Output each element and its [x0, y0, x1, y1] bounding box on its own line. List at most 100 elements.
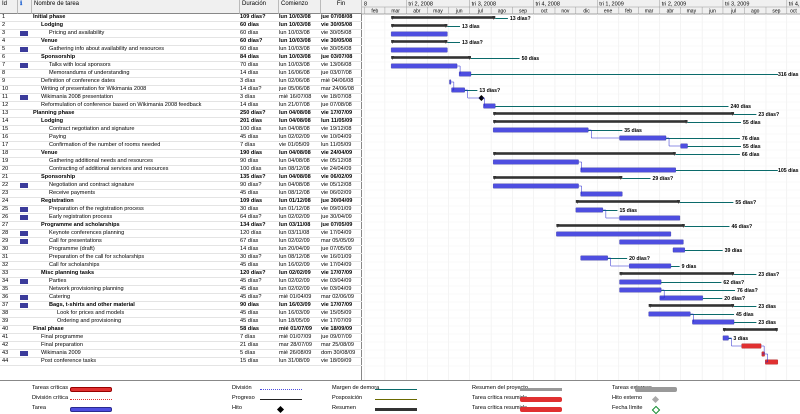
row-id: 29 — [2, 238, 9, 244]
table-row[interactable]: 14 Lodging 201 días lun 04/08/08 lun 11/05/0… — [0, 118, 362, 126]
table-row[interactable]: 4 Venue 60 días? lun 10/03/08 vie 30/05/08 — [0, 38, 362, 46]
gantt-chart[interactable]: 8 tri 2, 2008 tri 3, 2008 tri 4, 2008 tri 1,… — [362, 0, 800, 380]
task-end: vie 17/07/09 — [321, 110, 353, 116]
table-row[interactable]: 25 Preparation of the registration proces… — [0, 206, 362, 214]
table-row[interactable]: 41 Final programme 7 días mié 01/07/09 jue 0… — [0, 334, 362, 342]
table-row[interactable]: 33 Misc planning tasks 120 días? lun 02/02/… — [0, 270, 362, 278]
table-row[interactable]: 2 Lodging 60 días lun 10/03/08 vie 30/05/08 — [0, 22, 362, 30]
table-row[interactable]: 22 Negotiation and contract signature 90 d… — [0, 182, 362, 190]
table-row[interactable]: 31 Preparation of the call for scholarshi… — [0, 254, 362, 262]
task-duration: 201 días — [240, 118, 263, 124]
table-row[interactable]: 26 Early registration process 64 días? lun … — [0, 214, 362, 222]
row-id: 4 — [2, 38, 6, 44]
legend-label: Posposición — [332, 395, 363, 401]
task-duration: 64 días? — [240, 214, 262, 220]
table-row[interactable]: 6 Sponsorship 84 días lun 10/03/08 jue 03/07… — [0, 54, 362, 62]
row-id: 41 — [2, 334, 9, 340]
task-name: Definition of conference dates — [41, 78, 116, 84]
task-start: mié 16/07/08 — [279, 94, 312, 100]
task-duration: 60 días? — [240, 38, 263, 44]
quarter-label: tri 3, 2009 — [725, 2, 749, 8]
month-label: nov — [561, 9, 570, 15]
table-row[interactable]: 28 Keynote conferences planning 120 días lu… — [0, 230, 362, 238]
task-start: jue 05/06/08 — [279, 86, 310, 92]
table-row[interactable]: 39 Ordering and provisioning 45 días lun 18… — [0, 318, 362, 326]
summary-bar — [493, 176, 623, 179]
legend-swatch-deadline — [651, 405, 661, 414]
table-row[interactable]: 32 Call for scholarships 45 días lun 16/02/… — [0, 262, 362, 270]
table-row[interactable]: 42 Final preparation 21 días mar 28/07/09 ma… — [0, 342, 362, 350]
task-start: lun 02/06/08 — [279, 78, 310, 84]
col-header-start[interactable]: Comienzo — [279, 0, 321, 14]
table-row[interactable]: 1 Initial phase 109 días? lun 10/03/08 jue 0… — [0, 14, 362, 22]
table-row[interactable]: 3 Pricing and availability 60 días lun 10/0… — [0, 30, 362, 38]
row-id: 2 — [2, 22, 6, 28]
col-header-name[interactable]: Nombre de tarea — [32, 0, 240, 14]
table-row[interactable]: 30 Programme (draft) 14 días lun 20/04/09 ju… — [0, 246, 362, 254]
legend-label: Tarea crítica resumida — [472, 395, 528, 401]
table-row[interactable]: 19 Gathering additional needs and resourc… — [0, 158, 362, 166]
col-header-indicators[interactable]: ℹ — [18, 0, 32, 14]
table-row[interactable]: 12 Reformulation of conference based on W… — [0, 102, 362, 110]
table-row[interactable]: 5 Gathering info about availability and r… — [0, 46, 362, 54]
slack-label: 50 días — [522, 56, 540, 62]
row-id: 16 — [2, 134, 9, 140]
task-end: vie 13/06/08 — [321, 62, 352, 68]
table-row[interactable]: 27 Programme and scholarships 134 días? lun… — [0, 222, 362, 230]
task-name: Talks with local sponsors — [49, 62, 111, 68]
month-label: sep — [519, 9, 527, 15]
slack-label: 76 días? — [737, 288, 758, 294]
table-row[interactable]: 8 Memorandums of understanding 14 días lun … — [0, 70, 362, 78]
task-duration: 14 días — [240, 102, 259, 108]
row-id: 12 — [2, 102, 9, 108]
table-row[interactable]: 29 Call for presentations 67 días lun 02/02… — [0, 238, 362, 246]
task-duration: 45 días — [240, 262, 259, 268]
table-row[interactable]: 40 Final phase 58 días mié 01/07/09 vie 18/0… — [0, 326, 362, 334]
col-header-duration[interactable]: Duración — [240, 0, 279, 14]
legend-label: Tareas críticas — [32, 385, 69, 391]
legend-swatch-split — [260, 389, 302, 390]
task-bar — [659, 295, 703, 301]
row-id: 28 — [2, 230, 9, 236]
table-row[interactable]: 9 Definition of conference dates 3 días lun… — [0, 78, 362, 86]
task-start: lun 08/12/08 — [279, 190, 310, 196]
table-row[interactable]: 37 Bags, t-shirts and other material 90 dí… — [0, 302, 362, 310]
table-row[interactable]: 11 Wikimania 2008 presentation 3 días mié 1… — [0, 94, 362, 102]
table-row[interactable]: 34 Parties 45 días? lun 02/02/09 vie 03/04/0… — [0, 278, 362, 286]
task-name: Final phase — [33, 326, 64, 332]
table-row[interactable]: 13 Planning phase 250 días? lun 04/08/08 vie… — [0, 110, 362, 118]
task-bar — [493, 159, 579, 165]
table-row[interactable]: 15 Contract negotiation and signature 100 … — [0, 126, 362, 134]
table-row[interactable]: 10 Writing of presentation for Wikimania … — [0, 86, 362, 94]
slack-label: 62 días? — [723, 280, 744, 286]
table-row[interactable]: 44 Post conference tasks 15 días lun 31/08/… — [0, 358, 362, 366]
table-row[interactable]: 7 Talks with local sponsors 70 días lun 10/… — [0, 62, 362, 70]
table-row[interactable]: 38 Look for prices and models 45 días lun 1… — [0, 310, 362, 318]
task-end: vie 17/04/09 — [321, 262, 352, 268]
table-row[interactable]: 18 Venue 190 días lun 04/08/08 vie 24/04/09 — [0, 150, 362, 158]
row-id: 11 — [2, 94, 8, 100]
table-row[interactable]: 23 Receive payments 45 días lun 08/12/08 vie… — [0, 190, 362, 198]
task-start: lun 10/03/08 — [279, 30, 310, 36]
task-name: Lodging — [41, 118, 64, 124]
table-row[interactable]: 24 Registration 109 días lun 01/12/08 jue 30… — [0, 198, 362, 206]
table-row[interactable]: 17 Confirmation of the number of rooms ne… — [0, 142, 362, 150]
task-name: Look for prices and models — [57, 310, 125, 316]
table-row[interactable]: 16 Paying 45 días lun 02/02/09 vie 10/04/09 — [0, 134, 362, 142]
task-end: vie 30/05/08 — [321, 38, 353, 44]
legend-label: Progreso — [232, 395, 255, 401]
task-name: Wikimania 2008 presentation — [41, 94, 114, 100]
table-row[interactable]: 43 Wikimania 2009 5 días mié 26/08/09 dom 30… — [0, 350, 362, 358]
col-header-id[interactable]: Id — [0, 0, 18, 14]
table-row[interactable]: 21 Sponsorship 135 días? lun 04/08/08 vie 06… — [0, 174, 362, 182]
table-row[interactable]: 36 Catering 45 días? mié 01/04/09 mar 02/06/… — [0, 294, 362, 302]
task-duration: 90 días — [240, 302, 259, 308]
slack-label: 13 días — [462, 24, 480, 30]
legend-swatch-ext-milestone — [651, 395, 660, 404]
task-name: Final preparation — [41, 342, 83, 348]
task-end: mar 05/05/09 — [321, 238, 354, 244]
table-row[interactable]: 20 Contracting of additional services and… — [0, 166, 362, 174]
task-bar — [692, 319, 735, 325]
col-header-end[interactable]: Fin — [321, 0, 362, 14]
table-row[interactable]: 35 Network provisioning planning 45 días lu… — [0, 286, 362, 294]
